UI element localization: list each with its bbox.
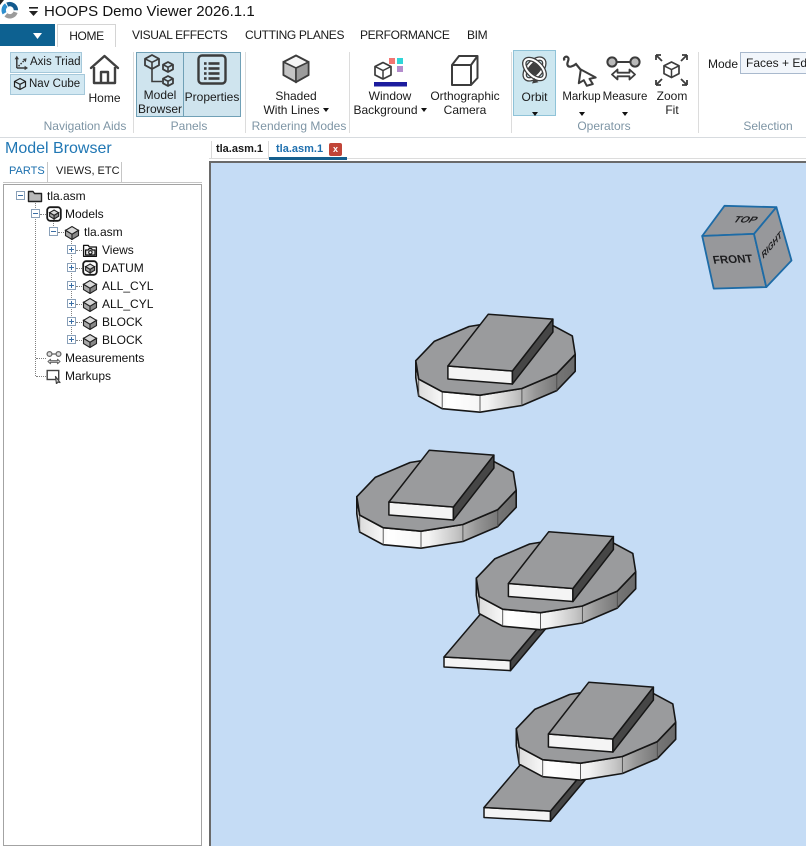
- svg-text:FRONT: FRONT: [712, 253, 754, 266]
